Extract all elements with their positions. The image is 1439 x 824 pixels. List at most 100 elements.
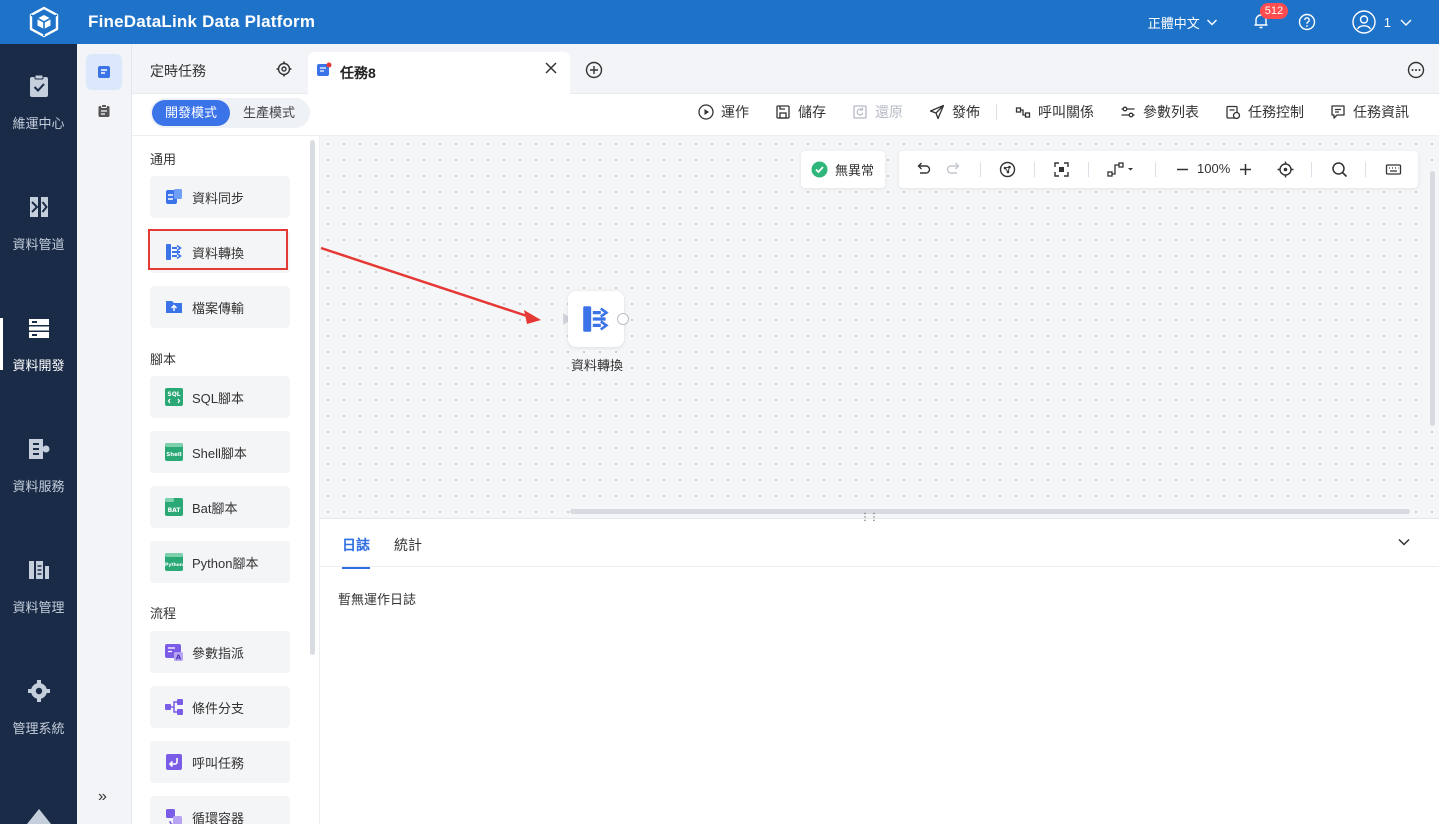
publish-label: 發佈	[952, 104, 980, 120]
node-label: 檔案傳輸	[192, 300, 245, 316]
divider	[1311, 162, 1312, 177]
section-title-general: 通用	[150, 152, 177, 167]
undo-icon[interactable]	[915, 161, 932, 178]
language-label: 正體中文	[1147, 15, 1200, 31]
divider	[1034, 162, 1035, 177]
node-file-transfer[interactable]: 檔案傳輸	[150, 286, 290, 328]
keyboard-icon[interactable]	[1385, 161, 1402, 178]
restore-icon	[853, 105, 867, 119]
section-title-flow: 流程	[150, 606, 177, 621]
node-shell-script[interactable]: Shell Shell腳本	[150, 431, 290, 473]
task-control-label: 任務控制	[1248, 104, 1304, 120]
task-icon	[317, 62, 332, 76]
help-icon[interactable]	[1298, 13, 1316, 31]
nav-item-data-manage[interactable]: 資料管理	[0, 546, 77, 626]
save-label: 儲存	[798, 104, 826, 120]
task-control-button[interactable]: 任務控制	[1225, 102, 1304, 122]
notification-button[interactable]: 512	[1252, 3, 1289, 32]
node-label: 循環容器	[192, 810, 245, 824]
nav-item-data-dev[interactable]: 資料開發	[0, 304, 77, 384]
chevron-down-icon	[1206, 19, 1217, 26]
dev-mode-button[interactable]: 開發模式	[152, 100, 230, 126]
node-call-task[interactable]: 呼叫任務	[150, 741, 290, 783]
play-icon	[698, 104, 714, 120]
node-sql-script[interactable]: SQL SQL腳本	[150, 376, 290, 418]
restore-button[interactable]: 還原	[852, 102, 903, 122]
log-panel: ⋮⋮ 日誌 統計 暫無運作日誌	[320, 512, 1439, 824]
node-panel: 通用 資料同步 資料轉換 檔案傳輸 腳本 SQL SQL腳本 Shell She…	[132, 136, 320, 824]
node-bat-script[interactable]: BAT Bat腳本	[150, 486, 290, 528]
publish-button[interactable]: 發佈	[929, 102, 980, 122]
language-selector[interactable]: 正體中文	[1148, 13, 1218, 32]
layout-icon[interactable]	[999, 161, 1016, 178]
call-relation-button[interactable]: 呼叫關係	[1015, 102, 1094, 122]
node-label: SQL腳本	[192, 390, 245, 406]
divider	[1365, 162, 1366, 177]
subnav-resource-button[interactable]	[86, 93, 122, 129]
panel-scrollbar[interactable]	[310, 140, 315, 655]
nav-label: 資料開發	[12, 357, 65, 373]
params-button[interactable]: 參數列表	[1120, 102, 1199, 122]
canvas-vertical-scrollbar[interactable]	[1430, 171, 1435, 426]
tab-scheduled-tasks[interactable]: 定時任務	[150, 61, 206, 81]
svg-text:BAT: BAT	[168, 507, 182, 514]
search-icon[interactable]	[1331, 161, 1348, 178]
node-python-script[interactable]: Python Python腳本	[150, 541, 290, 583]
node-data-sync[interactable]: 資料同步	[150, 176, 290, 218]
canvas-horizontal-scrollbar[interactable]	[570, 509, 1410, 514]
tab-bar: 定時任務 任務8	[132, 44, 1439, 94]
gear-icon	[27, 679, 50, 702]
locate-icon[interactable]	[1277, 161, 1294, 178]
nav-item-ops-center[interactable]: 維運中心	[0, 62, 77, 142]
subnav-task-button[interactable]	[86, 54, 122, 90]
workflow-canvas[interactable]: 無異常 100% 資料轉換	[320, 136, 1439, 518]
task-toolbar: 開發模式 生產模式 運作 儲存 還原 發佈 呼叫關係 參數列表 任務控制 任務資…	[132, 94, 1439, 136]
tab-current-task[interactable]: 任務8	[308, 52, 570, 94]
node-output-port[interactable]	[617, 313, 629, 325]
connector-style-icon[interactable]	[1107, 161, 1135, 178]
save-button[interactable]: 儲存	[775, 102, 826, 122]
tab-statistics[interactable]: 統計	[394, 535, 422, 555]
nav-item-data-service[interactable]: 資料服務	[0, 425, 77, 505]
brand-mark-icon	[27, 809, 51, 824]
tab-log[interactable]: 日誌	[342, 535, 370, 569]
prod-mode-button[interactable]: 生產模式	[230, 100, 308, 126]
left-nav: 維運中心 資料管道 資料開發 資料服務 資料管理 管理系統	[0, 44, 77, 824]
close-icon[interactable]	[544, 61, 558, 75]
clipboard-check-icon	[29, 74, 48, 97]
node-param-assign[interactable]: A 參數指派	[150, 631, 290, 673]
node-loop-container[interactable]: 循環容器	[150, 796, 290, 824]
redo-icon[interactable]	[945, 161, 962, 178]
log-tabs: 日誌 統計	[320, 519, 1439, 569]
zoom-out-icon[interactable]	[1174, 161, 1191, 178]
chevron-down-icon[interactable]	[1397, 535, 1411, 549]
add-tab-icon[interactable]	[585, 61, 603, 79]
log-empty-text: 暫無運作日誌	[338, 592, 417, 607]
data-transform-icon	[583, 306, 609, 332]
expand-sidebar-button[interactable]: »	[98, 788, 107, 806]
user-menu[interactable]: 1	[1352, 10, 1413, 34]
check-circle-icon	[811, 161, 828, 178]
run-button[interactable]: 運作	[698, 102, 749, 122]
nav-item-pipeline[interactable]: 資料管道	[0, 183, 77, 263]
status-indicator[interactable]: 無異常	[801, 151, 885, 188]
divider	[996, 104, 997, 120]
task-info-button[interactable]: 任務資訊	[1330, 102, 1409, 122]
zoom-in-icon[interactable]	[1237, 161, 1254, 178]
canvas-node-label: 資料轉換	[570, 358, 623, 373]
node-condition-branch[interactable]: 條件分支	[150, 686, 290, 728]
canvas-node-data-transform[interactable]	[568, 291, 624, 347]
logo-icon[interactable]	[28, 6, 60, 38]
more-icon[interactable]	[1407, 61, 1425, 79]
send-icon	[929, 104, 945, 120]
gear-icon[interactable]	[275, 60, 293, 78]
app-title: FineDataLink Data Platform	[88, 12, 316, 31]
task-control-icon	[1226, 105, 1241, 120]
loop-icon	[166, 809, 182, 824]
highlight-box	[148, 229, 288, 270]
branch-icon	[165, 699, 183, 715]
tab-label: 任務8	[340, 65, 376, 81]
node-label: 參數指派	[192, 645, 245, 661]
fit-view-icon[interactable]	[1053, 161, 1070, 178]
nav-item-admin[interactable]: 管理系統	[0, 667, 77, 747]
